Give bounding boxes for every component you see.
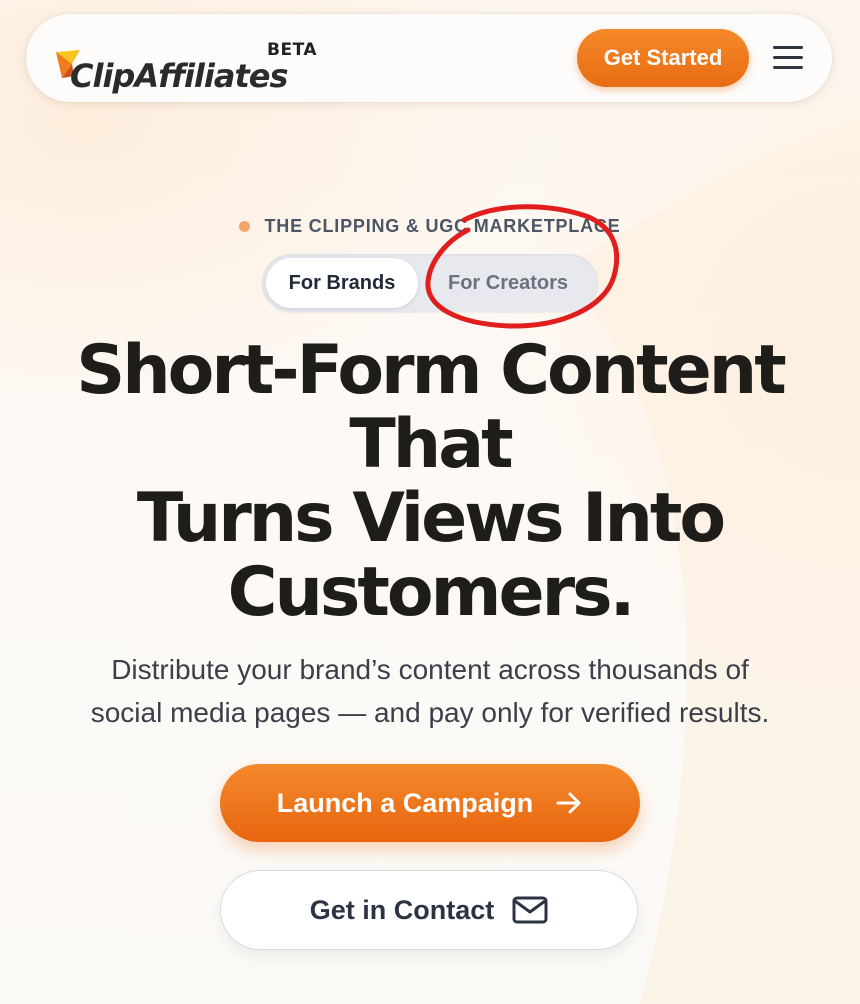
tab-for-creators[interactable]: For Creators: [422, 258, 594, 308]
eyebrow-text: THE CLIPPING & UGC MARKETPLACE: [264, 216, 621, 236]
headline: Short-Form Content That Turns Views Into…: [0, 334, 860, 630]
headline-line: That: [349, 405, 513, 484]
dot-icon: [239, 221, 251, 232]
brand-name: ClipAffiliates: [70, 57, 288, 95]
hamburger-menu-icon[interactable]: [770, 42, 806, 74]
headline-line: Short-Form Content: [76, 331, 786, 410]
site-header: ClipAffiliates BETA Get Started: [26, 14, 832, 102]
arrow-right-icon: [555, 791, 583, 815]
subhead-line: Distribute your brand’s content across t…: [111, 654, 749, 685]
audience-toggle: For Brands For Creators: [262, 254, 598, 312]
headline-line: Customers.: [227, 553, 636, 632]
get-in-contact-button[interactable]: Get in Contact: [220, 870, 638, 950]
launch-campaign-button[interactable]: Launch a Campaign: [220, 764, 640, 842]
mail-icon: [512, 896, 548, 924]
subheadline: Distribute your brand’s content across t…: [0, 648, 860, 734]
get-started-button[interactable]: Get Started: [577, 29, 749, 87]
logo[interactable]: ClipAffiliates BETA: [54, 30, 318, 95]
launch-campaign-label: Launch a Campaign: [276, 787, 534, 818]
subhead-line: social media pages — and pay only for ve…: [90, 697, 770, 728]
headline-line: Turns Views Into: [136, 479, 726, 558]
get-in-contact-label: Get in Contact: [309, 894, 495, 925]
eyebrow: THE CLIPPING & UGC MARKETPLACE: [0, 216, 860, 237]
tab-for-brands[interactable]: For Brands: [266, 258, 418, 308]
beta-badge: BETA: [267, 40, 318, 60]
